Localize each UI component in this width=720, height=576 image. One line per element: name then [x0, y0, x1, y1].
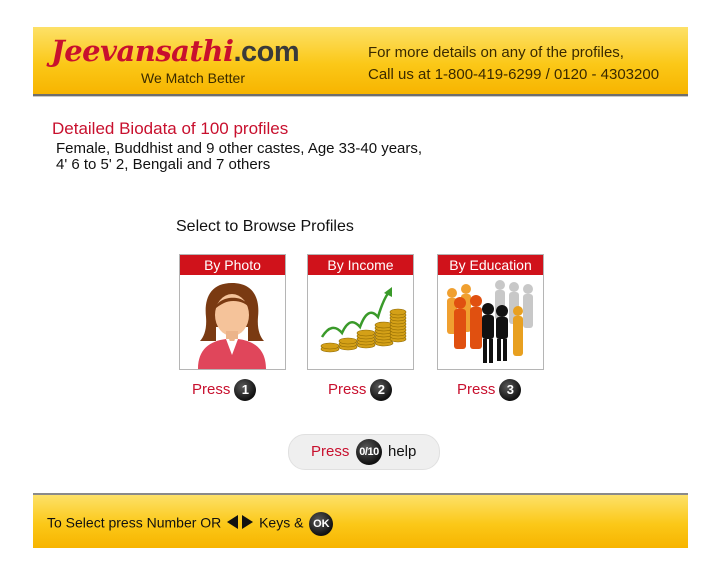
press-label: Press [457, 381, 496, 398]
biodata-line-2: 4' 6 to 5' 2, Bengali and 7 others [56, 156, 271, 173]
press-2-hint[interactable]: Press 2 [328, 379, 393, 402]
press-label: Press [192, 381, 231, 398]
key-1-icon: 1 [234, 379, 257, 402]
footer-bar: To Select press Number OR Keys & OK [33, 495, 688, 548]
card-title: By Income [308, 255, 413, 275]
browse-by-income-card[interactable]: By Income [307, 254, 414, 370]
card-title: By Photo [180, 255, 285, 275]
woman-avatar-icon [180, 275, 285, 369]
key-2-icon: 2 [370, 379, 393, 402]
header-divider-shadow [33, 96, 688, 97]
browse-by-education-card[interactable]: By Education [437, 254, 544, 370]
biodata-description: Female, Buddhist and 9 other castes, Age… [56, 141, 516, 173]
press-label: Press [328, 381, 367, 398]
contact-line-2: Call us at 1-800-419-6299 / 0120 - 43032… [368, 66, 660, 83]
key-0-10-icon: 0/10 [356, 439, 382, 465]
contact-info: For more details on any of the profiles,… [368, 42, 659, 86]
press-1-hint[interactable]: Press 1 [192, 379, 257, 402]
jeevansathi-logo: Jeevansathi.com [51, 34, 300, 69]
browse-by-photo-card[interactable]: By Photo [179, 254, 286, 370]
left-right-arrows-icon [227, 515, 254, 533]
logo-suffix: .com [233, 36, 300, 68]
header-bar: Jeevansathi.com We Match Better For more… [33, 27, 688, 94]
coin-stack-growth-icon [308, 275, 413, 369]
crowd-people-icon [438, 275, 543, 369]
help-press-label: Press [311, 443, 350, 460]
help-label: help [388, 443, 417, 460]
biodata-line-1: Female, Buddhist and 9 other castes, Age… [56, 140, 423, 157]
browse-profiles-label: Select to Browse Profiles [176, 218, 354, 235]
footer-text-after: Keys & [259, 514, 304, 531]
contact-line-1: For more details on any of the profiles, [368, 44, 624, 61]
footer-text-before: To Select press Number OR [47, 514, 222, 531]
tagline: We Match Better [141, 70, 246, 86]
key-3-icon: 3 [499, 379, 522, 402]
help-button[interactable]: Press 0/10 help [288, 434, 440, 470]
press-3-hint[interactable]: Press 3 [457, 379, 522, 402]
logo-text: Jeevansathi [51, 34, 234, 68]
biodata-title: Detailed Biodata of 100 profiles [52, 119, 289, 138]
footer-instructions: To Select press Number OR Keys & OK [47, 512, 334, 536]
card-title: By Education [438, 255, 543, 275]
ok-key-icon: OK [309, 512, 334, 536]
